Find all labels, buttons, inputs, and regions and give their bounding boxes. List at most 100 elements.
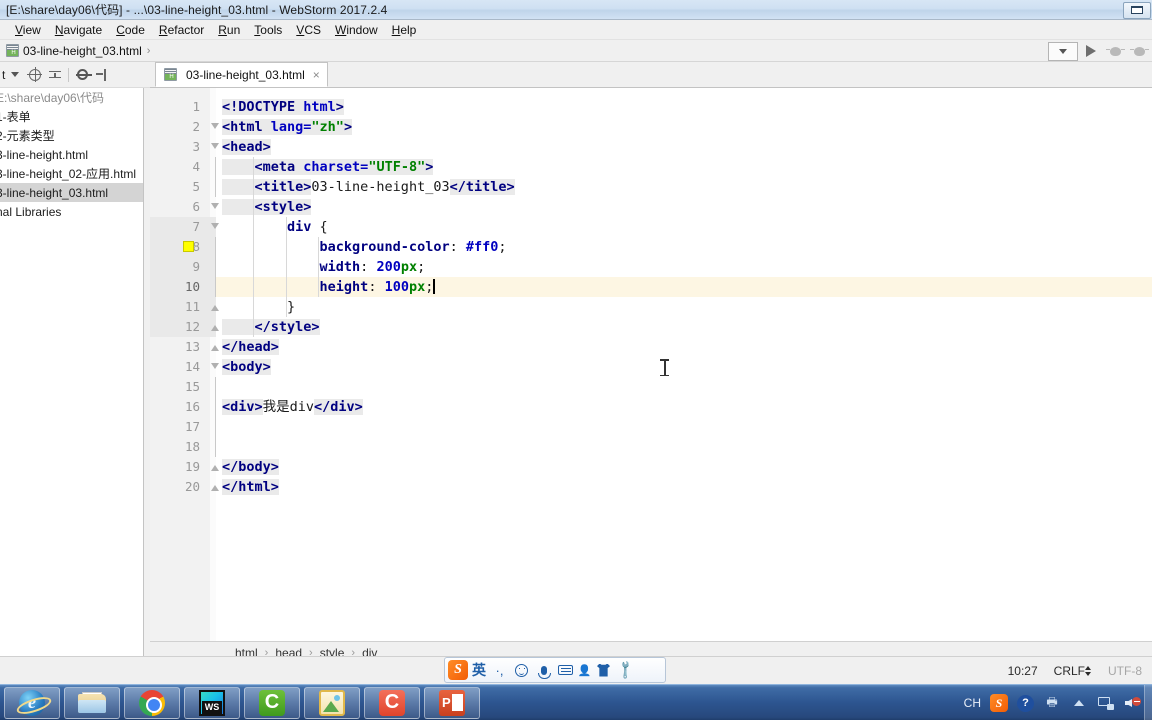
tree-item-1[interactable]: 1-表单 — [0, 107, 143, 126]
taskbar-item-internet-explorer[interactable]: e — [4, 686, 60, 719]
user-icon[interactable]: 👤 — [578, 664, 592, 677]
emoji-icon[interactable] — [512, 661, 531, 680]
tree-item-4[interactable]: 3-line-height_02-应用.html — [0, 164, 143, 183]
code-line-16[interactable]: 16 <div>我是div</div> — [150, 397, 1152, 417]
fold-marker-area[interactable] — [211, 197, 222, 217]
taskbar-item-webstorm[interactable]: WS — [184, 686, 240, 719]
run-button[interactable] — [1080, 41, 1102, 61]
fold-collapse-icon[interactable] — [211, 123, 220, 132]
fold-marker-area[interactable] — [211, 237, 222, 257]
tree-item-2[interactable]: 2-元素类型 — [0, 126, 143, 145]
tray-language-indicator[interactable]: CH — [964, 696, 981, 710]
code-line-6[interactable]: 6 <style> — [150, 197, 1152, 217]
fold-marker-area[interactable] — [211, 417, 222, 437]
voice-input-icon[interactable] — [534, 661, 553, 680]
show-desktop-button[interactable] — [1144, 685, 1152, 720]
tree-item-3[interactable]: 3-line-height.html — [0, 145, 143, 164]
code-line-2[interactable]: 2 <html lang="zh"> — [150, 117, 1152, 137]
code-line-14[interactable]: 14 <body> — [150, 357, 1152, 377]
code-line-3[interactable]: 3 <head> — [150, 137, 1152, 157]
menu-item-code[interactable]: Code — [109, 21, 152, 39]
menu-item-navigate[interactable]: Navigate — [48, 21, 109, 39]
gutter-color-swatch-icon[interactable] — [183, 241, 194, 252]
fold-marker-area[interactable] — [211, 117, 222, 137]
toolbox-icon[interactable]: 🔧 — [615, 659, 637, 681]
run-configuration-selector[interactable] — [1048, 41, 1078, 61]
fold-marker-area[interactable] — [211, 357, 222, 377]
menu-item-vcs[interactable]: VCS — [289, 21, 328, 39]
code-line-1[interactable]: 1 <!DOCTYPE html> — [150, 97, 1152, 117]
debug-button[interactable] — [1104, 41, 1126, 61]
fold-expand-icon[interactable] — [211, 483, 220, 492]
editor-tab-03-line-height-03[interactable]: 03-line-height_03.html × — [155, 62, 328, 87]
collapse-all-button[interactable] — [45, 65, 65, 85]
taskbar-item-picture-app[interactable] — [304, 686, 360, 719]
taskbar-item-red-app[interactable]: C — [364, 686, 420, 719]
fold-marker-area[interactable] — [211, 277, 222, 297]
ime-mode-toggle[interactable]: 英 — [471, 660, 487, 680]
fold-marker-area[interactable] — [211, 397, 222, 417]
project-tool-window[interactable]: E:\share\day06\代码 1-表单 2-元素类型 3-line-height… — [0, 88, 144, 656]
show-hidden-icons-button[interactable] — [1070, 694, 1088, 712]
code-line-17[interactable]: 17 — [150, 417, 1152, 437]
restore-button[interactable] — [1123, 1, 1151, 19]
punctuation-icon[interactable]: ·, — [490, 661, 509, 680]
close-icon[interactable]: × — [313, 68, 320, 82]
code-line-19[interactable]: 19 </body> — [150, 457, 1152, 477]
soft-keyboard-icon[interactable] — [556, 661, 575, 680]
hide-panel-button[interactable] — [92, 65, 112, 85]
fold-expand-icon[interactable] — [211, 323, 220, 332]
fold-expand-icon[interactable] — [211, 343, 220, 352]
fold-collapse-icon[interactable] — [211, 223, 220, 232]
code-line-15[interactable]: 15 — [150, 377, 1152, 397]
fold-expand-icon[interactable] — [211, 303, 220, 312]
fold-marker-area[interactable] — [211, 477, 222, 497]
code-editor[interactable]: 1 <!DOCTYPE html> 2 <html lang="zh"> 3 <head>… — [150, 88, 1152, 641]
network-icon[interactable] — [1097, 694, 1115, 712]
code-line-18[interactable]: 18 — [150, 437, 1152, 457]
code-line-8[interactable]: 8 background-color: #ff0; — [150, 237, 1152, 257]
tree-item-5[interactable]: 3-line-height_03.html — [0, 183, 143, 202]
taskbar-item-google-chrome[interactable] — [124, 686, 180, 719]
fold-marker-area[interactable] — [211, 337, 222, 357]
fold-marker-area[interactable] — [211, 177, 222, 197]
fold-marker-area[interactable] — [211, 297, 222, 317]
fold-collapse-icon[interactable] — [211, 363, 220, 372]
status-encoding[interactable]: UTF-8 — [1108, 664, 1142, 678]
tree-item-6[interactable]: nal Libraries — [0, 202, 143, 221]
code-line-4[interactable]: 4 <meta charset="UTF-8"> — [150, 157, 1152, 177]
fold-marker-area[interactable] — [211, 137, 222, 157]
code-line-13[interactable]: 13 </head> — [150, 337, 1152, 357]
navbar-breadcrumb[interactable]: 03-line-height_03.html › — [0, 44, 155, 58]
fold-marker-area[interactable] — [211, 157, 222, 177]
fold-marker-area[interactable] — [211, 317, 222, 337]
ime-toolbar[interactable]: S 英 ·, 👤 🔧 — [444, 657, 666, 683]
skin-icon[interactable] — [594, 661, 613, 680]
tray-printer-icon[interactable]: 🖶 — [1043, 694, 1061, 712]
sogou-logo-icon[interactable]: S — [448, 660, 468, 680]
code-line-20[interactable]: 20 </html> — [150, 477, 1152, 497]
volume-muted-icon[interactable] — [1124, 694, 1142, 712]
menu-item-tools[interactable]: Tools — [247, 21, 289, 39]
menu-item-refactor[interactable]: Refactor — [152, 21, 211, 39]
taskbar-item-file-explorer[interactable] — [64, 686, 120, 719]
code-line-11[interactable]: 11 } — [150, 297, 1152, 317]
window-controls[interactable] — [1123, 1, 1152, 19]
menu-item-run[interactable]: Run — [211, 21, 247, 39]
project-view-selector[interactable] — [5, 65, 25, 85]
taskbar-item-green-app[interactable]: C — [244, 686, 300, 719]
fold-marker-area[interactable] — [211, 217, 222, 237]
fold-marker-area[interactable] — [211, 377, 222, 397]
fold-collapse-icon[interactable] — [211, 203, 220, 212]
scroll-from-source-button[interactable] — [25, 65, 45, 85]
code-line-5[interactable]: 5 <title>03-line-height_03</title> — [150, 177, 1152, 197]
status-line-separator[interactable]: CRLF — [1054, 664, 1092, 678]
taskbar-item-powerpoint[interactable]: P — [424, 686, 480, 719]
coverage-button[interactable] — [1128, 41, 1150, 61]
settings-button[interactable] — [72, 65, 93, 85]
tray-sogou-icon[interactable]: S — [990, 694, 1008, 712]
code-lines[interactable]: 1 <!DOCTYPE html> 2 <html lang="zh"> 3 <head>… — [150, 97, 1152, 497]
fold-marker-area[interactable] — [211, 257, 222, 277]
menu-item-window[interactable]: Window — [328, 21, 385, 39]
code-line-10[interactable]: 10 height: 100px; — [150, 277, 1152, 297]
